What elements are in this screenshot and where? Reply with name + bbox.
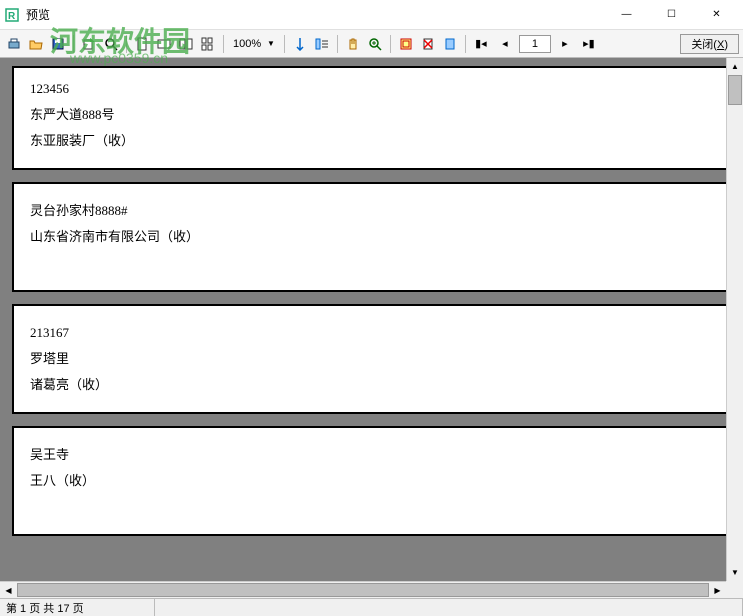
toolbar-separator [337,35,338,53]
scroll-right-icon[interactable]: ▶ [709,582,726,598]
print-button[interactable] [4,34,24,54]
scroll-up-icon[interactable]: ▲ [727,58,743,75]
toolbar-separator [465,35,466,53]
toolbar-separator [126,35,127,53]
multi-page-button[interactable] [198,34,218,54]
page-number-input[interactable] [519,35,551,53]
two-page-button[interactable] [176,34,196,54]
label-address: 罗塔里 [30,346,713,372]
zoom-value: 100% [233,38,265,50]
label-address: 吴王寺 [30,442,713,468]
save-button[interactable] [48,34,68,54]
page-width-button[interactable] [154,34,174,54]
vertical-scrollbar[interactable]: ▲ ▼ [726,58,743,581]
prev-page-button[interactable]: ◂ [495,34,515,54]
close-label: 关闭(X) [691,36,728,52]
label-recipient: 山东省济南市有限公司（收） [30,224,713,250]
hand-tool-button[interactable] [343,34,363,54]
page-container: 123456 东严大道888号 东亚服装厂（收） 灵台孙家村8888# 山东省济… [0,58,743,556]
dropdown-icon: ▼ [267,39,275,48]
label-postcode: 123456 [30,76,713,102]
label-card: 123456 东严大道888号 东亚服装厂（收） [12,66,731,170]
toolbar-separator [73,35,74,53]
close-preview-button[interactable]: 关闭(X) [680,34,739,54]
app-icon: R [4,7,20,23]
margins-button[interactable] [396,34,416,54]
page-setup-button[interactable] [440,34,460,54]
titlebar: R 预览 — ☐ ✕ [0,0,743,30]
toolbar: 100% ▼ ▮◂ ◂ ▸ ▸▮ 关闭(X) [0,30,743,58]
label-recipient: 东亚服装厂（收） [30,128,713,154]
zoom-combo[interactable]: 100% ▼ [229,38,279,50]
label-recipient: 诸葛亮（收） [30,372,713,398]
scrollbar-thumb[interactable] [17,583,709,597]
zoom-tool-button[interactable] [365,34,385,54]
statusbar: 第 1 页 共 17 页 [0,598,743,616]
thumbnails-button[interactable] [312,34,332,54]
preview-canvas[interactable]: 123456 东严大道888号 东亚服装厂（收） 灵台孙家村8888# 山东省济… [0,58,743,598]
toolbar-separator [284,35,285,53]
window-controls: — ☐ ✕ [604,0,739,29]
label-card: 灵台孙家村8888# 山东省济南市有限公司（收） [12,182,731,292]
toolbar-separator [390,35,391,53]
label-recipient: 王八（收） [30,468,713,494]
scrollbar-corner [726,581,743,598]
next-page-button[interactable]: ▸ [555,34,575,54]
status-page-info: 第 1 页 共 17 页 [0,599,155,616]
label-card: 213167 罗塔里 诸葛亮（收） [12,304,731,414]
label-address: 东严大道888号 [30,102,713,128]
find-button[interactable] [101,34,121,54]
label-card: 吴王寺 王八（收） [12,426,731,536]
delete-page-button[interactable] [418,34,438,54]
scroll-down-icon[interactable]: ▼ [727,564,743,581]
first-page-button[interactable]: ▮◂ [471,34,491,54]
page-navigation: ▮◂ ◂ ▸ ▸▮ [471,34,599,54]
last-page-button[interactable]: ▸▮ [579,34,599,54]
label-postcode: 213167 [30,320,713,346]
horizontal-scrollbar[interactable]: ◀ ▶ [0,581,726,598]
label-address: 灵台孙家村8888# [30,198,713,224]
status-empty [155,599,743,616]
scroll-left-icon[interactable]: ◀ [0,582,17,598]
svg-text:R: R [8,11,16,22]
whole-page-button[interactable] [132,34,152,54]
open-button[interactable] [26,34,46,54]
scrollbar-thumb[interactable] [728,75,742,105]
minimize-button[interactable]: — [604,0,649,29]
window-title: 预览 [26,6,604,23]
maximize-button[interactable]: ☐ [649,0,694,29]
toolbar-separator [223,35,224,53]
export-button[interactable] [79,34,99,54]
close-window-button[interactable]: ✕ [694,0,739,29]
outline-button[interactable] [290,34,310,54]
